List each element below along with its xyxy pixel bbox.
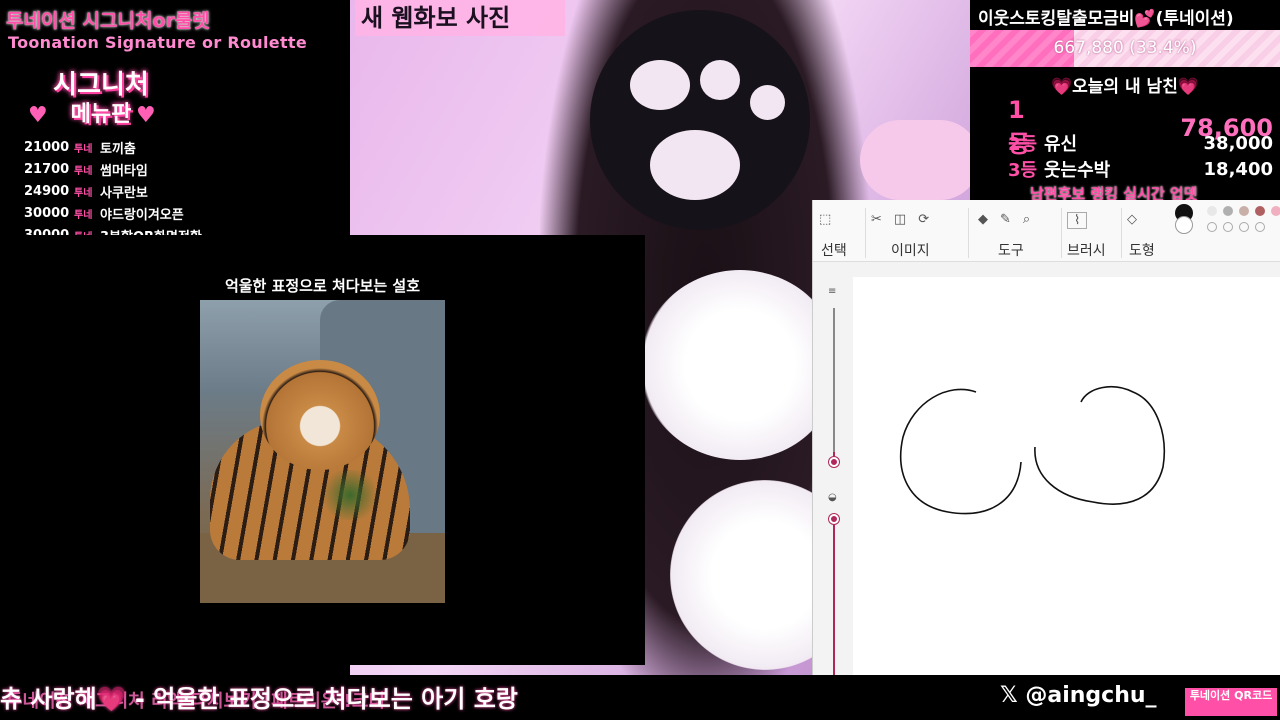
select-label: 선택 <box>821 243 847 259</box>
video-caption: 억울한 표정으로 쳐다보는 설호 <box>224 277 421 295</box>
select-icon[interactable]: ⬚ <box>819 212 831 227</box>
stroke-right <box>1034 386 1165 505</box>
list-item: 21000 투네 토끼춤 <box>24 139 136 157</box>
shapes-icon[interactable]: ◇ <box>1127 212 1137 227</box>
rotate-icon[interactable]: ⟳ <box>918 212 929 227</box>
opacity-icon: ◒ <box>828 492 837 503</box>
menu-list: 21000 투네 토끼춤 21700 투네 썸머타임 24900 투네 사쿠란보 30000… <box>24 136 324 237</box>
tools-group[interactable]: ◆ ✎ ⌕ 도구 <box>978 200 1058 262</box>
goal-progress-bar: 667,880 (33.4%) <box>970 30 1280 67</box>
photo-banner: 새 웹화보 사진 <box>355 0 565 36</box>
tools-label: 도구 <box>998 243 1024 259</box>
brush-size-sidebar: ≡ ◒ <box>813 262 853 692</box>
tiger-photo <box>200 300 445 603</box>
empty-color-slot[interactable] <box>1239 222 1249 232</box>
drawing-canvas[interactable] <box>853 277 1280 692</box>
plush-toys <box>860 120 980 200</box>
signature-panel: 투네이션 시그니처or룰렛 Toonation Signature or Rou… <box>0 0 350 237</box>
signature-title: 투네이션 시그니처or룰렛 <box>6 10 210 32</box>
ranking-row: 2등 유신 38,000 <box>1008 132 1273 156</box>
color-white-swatch[interactable] <box>1175 216 1193 234</box>
paint-toolbar: ⬚ 선택 ✂ ◫ ⟳ 이미지 ◆ ✎ ⌕ 도구 ⌇ 브러시 ◇ 도형 <box>813 200 1280 262</box>
shapes-label: 도형 <box>1129 243 1155 259</box>
drawing-strokes <box>899 386 1165 515</box>
stroke-left <box>899 388 1022 515</box>
resize-icon[interactable]: ◫ <box>894 212 906 227</box>
select-group[interactable]: ⬚ 선택 <box>819 200 859 262</box>
shapes-group[interactable]: ◇ 도형 <box>1127 200 1167 262</box>
goal-amount: 667,880 (33.4%) <box>1053 38 1197 58</box>
list-item: 21700 투네 썸머타임 <box>24 161 148 179</box>
size-icon: ≡ <box>828 286 837 297</box>
brush-label: 브러시 <box>1067 243 1106 259</box>
brush-icon[interactable]: ⌇ <box>1067 212 1088 229</box>
paint-window[interactable]: ⬚ 선택 ✂ ◫ ⟳ 이미지 ◆ ✎ ⌕ 도구 ⌇ 브러시 ◇ 도형 ≡ ◒ <box>812 200 1280 692</box>
color-swatch[interactable] <box>1271 206 1280 216</box>
empty-color-slot[interactable] <box>1207 222 1217 232</box>
color-swatch[interactable] <box>1255 206 1265 216</box>
list-item: 30000 투네 야드랑이겨오픈 <box>24 205 184 223</box>
social-handle: 𝕏 @aingchu_ <box>1000 683 1157 708</box>
zoom-icon[interactable]: ⌕ <box>1023 212 1030 227</box>
goal-title: 이웃스토킹탈출모금비💕(투네이션) <box>978 9 1234 29</box>
ticker-main: 츄 사랑해💗 - 억울한 표정으로 쳐다보는 아기 호랑 <box>0 685 518 713</box>
image-label: 이미지 <box>891 243 930 259</box>
crop-icon[interactable]: ✂ <box>871 212 882 227</box>
empty-color-slot[interactable] <box>1223 222 1233 232</box>
signature-subtitle: Toonation Signature or Roulette <box>8 33 307 52</box>
paw-glove <box>590 10 810 230</box>
size-slider-thumb[interactable] <box>829 457 839 467</box>
ranking-title: 💗오늘의 내 남친💗 <box>1050 77 1199 97</box>
image-group[interactable]: ✂ ◫ ⟳ 이미지 <box>871 200 966 262</box>
qr-label: 투네이션 QR코드 <box>1185 688 1277 716</box>
menu-title-line1: 시그니처 <box>53 70 149 100</box>
ranking-row: 3등 웃는수박 18,400 <box>1008 158 1273 182</box>
color-swatch[interactable] <box>1239 206 1249 216</box>
cloud-decoration <box>640 270 840 460</box>
donation-goal-panel: 이웃스토킹탈출모금비💕(투네이션) 667,880 (33.4%) 💗오늘의 내… <box>970 0 1280 203</box>
color-swatch[interactable] <box>1207 206 1217 216</box>
opacity-slider-thumb[interactable] <box>829 514 839 524</box>
video-panel[interactable]: 억울한 표정으로 쳐다보는 설호 <box>0 235 645 665</box>
heart-icon: ♥ <box>136 103 156 128</box>
color-swatch[interactable] <box>1223 206 1233 216</box>
empty-color-slot[interactable] <box>1255 222 1265 232</box>
picker-icon[interactable]: ✎ <box>1000 212 1011 227</box>
heart-icon: ♥ <box>28 103 48 128</box>
brush-group[interactable]: ⌇ 브러시 <box>1067 200 1117 262</box>
list-item: 24900 투네 사쿠란보 <box>24 183 148 201</box>
eraser-icon[interactable]: ◆ <box>978 212 988 227</box>
